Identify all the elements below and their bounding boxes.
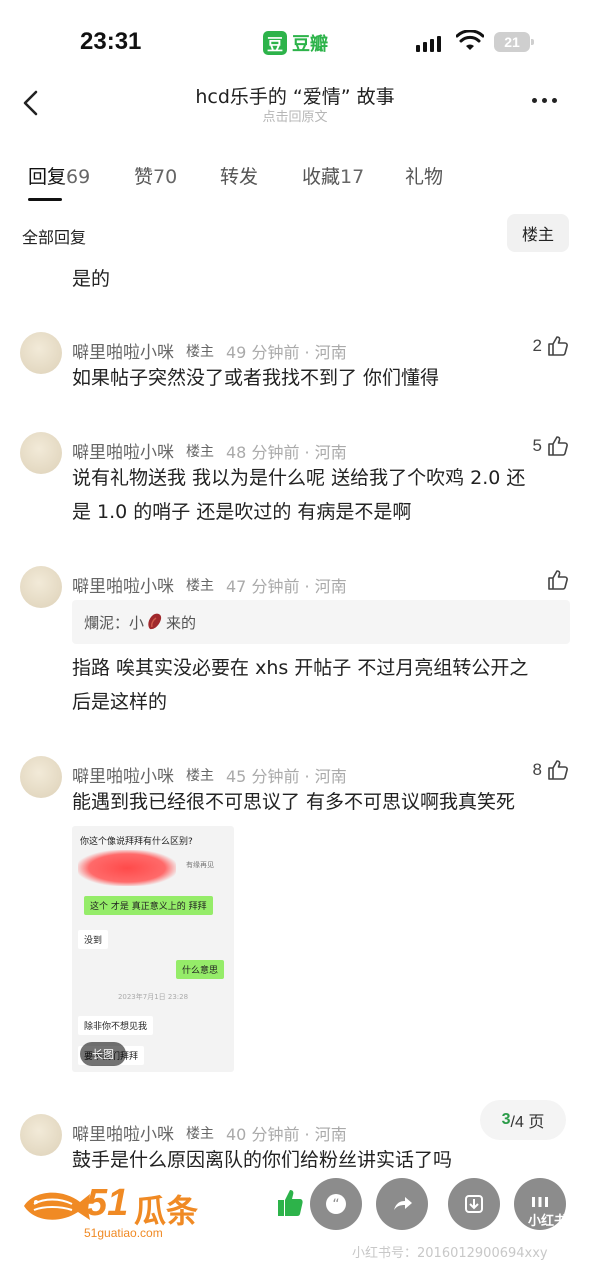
tab-likes[interactable]: 赞70: [134, 162, 177, 189]
comment-time-location: 45 分钟前 · 河南: [226, 766, 347, 786]
cellular-signal-icon: [416, 34, 441, 52]
svg-text:“: “: [332, 1197, 339, 1213]
brand-url: 51guatiao.com: [84, 1226, 163, 1240]
avatar[interactable]: [20, 566, 62, 608]
redaction-scribble: [78, 850, 176, 886]
share-button[interactable]: [376, 1178, 428, 1230]
active-tab-indicator: [28, 198, 62, 201]
like-count: 2: [532, 336, 542, 355]
username[interactable]: 噼里啪啦小咪: [72, 1120, 174, 1145]
avatar[interactable]: [20, 432, 62, 474]
avatar[interactable]: [20, 1114, 62, 1156]
comment-meta: 噼里啪啦小咪 楼主 48 分钟前 · 河南: [72, 438, 347, 464]
tab-gifts[interactable]: 礼物: [405, 162, 443, 189]
avatar[interactable]: [20, 332, 62, 374]
thumbs-up-icon: [548, 436, 568, 456]
return-to-app-pill[interactable]: 豆 豆瓣: [263, 30, 328, 56]
quote-suffix: 来的: [166, 613, 197, 632]
sweet-potato-emoji-icon: [148, 613, 162, 630]
comment-button[interactable]: “: [310, 1178, 362, 1230]
comment-meta: 噼里啪啦小咪 楼主 40 分钟前 · 河南: [72, 1120, 347, 1146]
return-app-name: 豆瓣: [292, 34, 328, 55]
xhs-label: 小红书: [528, 1214, 568, 1229]
username[interactable]: 噼里啪啦小咪: [72, 338, 174, 363]
nav-header: hcd乐手的 “爱情” 故事 点击回原文: [0, 80, 590, 140]
chat-date: 2023年7月1日 23:28: [117, 993, 189, 1001]
username[interactable]: 噼里啪啦小咪: [72, 438, 174, 463]
comment-text-line: 指路 唉其实没必要在 xhs 开帖子 不过月亮组转公开之: [72, 657, 529, 679]
username[interactable]: 噼里啪啦小咪: [72, 572, 174, 597]
tab-replies[interactable]: 回复69: [28, 162, 90, 189]
quote-prefix: 爛泥：小: [84, 613, 145, 632]
current-page: 3: [501, 1111, 511, 1128]
more-options-icon[interactable]: [532, 98, 557, 103]
comment-text-line: 是 1.0 的哨子 还是吹过的 有病是不是啊: [72, 501, 412, 523]
all-replies-label: 全部回复: [22, 228, 87, 247]
like-button[interactable]: 2: [533, 334, 570, 358]
like-button[interactable]: 5: [533, 434, 570, 458]
download-icon: [465, 1195, 483, 1213]
51guatiao-watermark-logo: 51 瓜条 51guatiao.com: [20, 1180, 210, 1242]
comment-meta: 噼里啪啦小咪 楼主 45 分钟前 · 河南: [72, 762, 347, 788]
quoted-reply[interactable]: 爛泥：小 来的: [72, 600, 570, 644]
fish-logo-icon: [24, 1192, 90, 1220]
battery-icon: 21: [494, 32, 534, 52]
comment-text-line: 说有礼物送我 我以为是什么呢 送给我了个吹鸡 2.0 还: [72, 467, 526, 489]
like-button[interactable]: [546, 568, 570, 592]
comment-text: 如果帖子突然没了或者我找不到了 你们懂得: [72, 367, 440, 389]
comment-meta: 噼里啪啦小咪 楼主 47 分钟前 · 河南: [72, 572, 347, 598]
comment-time-location: 49 分钟前 · 河南: [226, 342, 347, 362]
thumbs-up-icon: [548, 336, 568, 356]
comment-meta: 噼里啪啦小咪 楼主 49 分钟前 · 河南: [72, 338, 347, 364]
page-indicator[interactable]: 3/4 页: [480, 1100, 566, 1140]
chat-bubble-white: 没到: [78, 930, 109, 949]
long-image-badge: 长图: [80, 1042, 126, 1066]
like-count: 5: [532, 436, 542, 455]
tab-collections[interactable]: 收藏17: [302, 162, 364, 189]
comment-quote-icon: “: [326, 1194, 346, 1214]
comment-time-location: 40 分钟前 · 河南: [226, 1124, 347, 1144]
op-badge: 楼主: [186, 767, 214, 784]
xhs-account-watermark: 小红书号：2016012900694xxy: [352, 1246, 548, 1261]
total-pages: /4 页: [510, 1114, 545, 1131]
comment-text-line: 后是这样的: [72, 691, 168, 713]
chat-seen-text: 有缘再见: [186, 861, 214, 869]
comment-text: 能遇到我已经很不可思议了 有多不可思议啊我真笑死: [72, 791, 516, 813]
chat-bubble-green: 什么意思: [176, 960, 225, 979]
back-to-original-link[interactable]: 点击回原文: [0, 106, 590, 125]
tab-bar: 回复69 赞70 转发 收藏17 礼物: [0, 158, 590, 208]
status-time: 23:31: [80, 28, 142, 55]
douban-logo-icon: 豆: [263, 31, 287, 55]
previous-comment-tail: 是的: [72, 268, 111, 290]
thumbs-up-icon: [548, 760, 568, 780]
bottom-action-bar: 51 瓜条 51guatiao.com “ 小红书 小红书号：201601290…: [0, 1166, 590, 1280]
username[interactable]: 噼里啪啦小咪: [72, 762, 174, 787]
like-filled-icon[interactable]: [276, 1188, 304, 1218]
thumbs-up-icon: [548, 570, 568, 590]
tab-reposts[interactable]: 转发: [220, 162, 258, 189]
status-bar: 23:31 豆 豆瓣 21: [0, 0, 590, 80]
like-count: 8: [532, 760, 542, 779]
op-badge: 楼主: [186, 1125, 214, 1142]
op-badge: 楼主: [186, 577, 214, 594]
wifi-icon: [456, 30, 484, 50]
chat-bubble-white: 除非你不想见我: [78, 1016, 154, 1035]
op-badge: 楼主: [186, 443, 214, 460]
comment-time-location: 47 分钟前 · 河南: [226, 576, 347, 596]
comment-time-location: 48 分钟前 · 河南: [226, 442, 347, 462]
like-button[interactable]: 8: [533, 758, 570, 782]
chat-question: 你这个像说拜拜有什么区别?: [80, 837, 193, 847]
brand-number: 51: [86, 1182, 129, 1224]
chat-screenshot-image[interactable]: 你这个像说拜拜有什么区别? 有缘再见 这个 才是 真正意义上的 拜拜 没到 什么…: [72, 826, 234, 1072]
download-button[interactable]: [448, 1178, 500, 1230]
op-badge: 楼主: [186, 343, 214, 360]
page-title: hcd乐手的 “爱情” 故事: [195, 86, 395, 108]
avatar[interactable]: [20, 756, 62, 798]
chat-bubble-green: 这个 才是 真正意义上的 拜拜: [84, 896, 213, 915]
share-arrow-icon: [394, 1197, 412, 1210]
op-only-filter-button[interactable]: 楼主: [507, 214, 569, 252]
